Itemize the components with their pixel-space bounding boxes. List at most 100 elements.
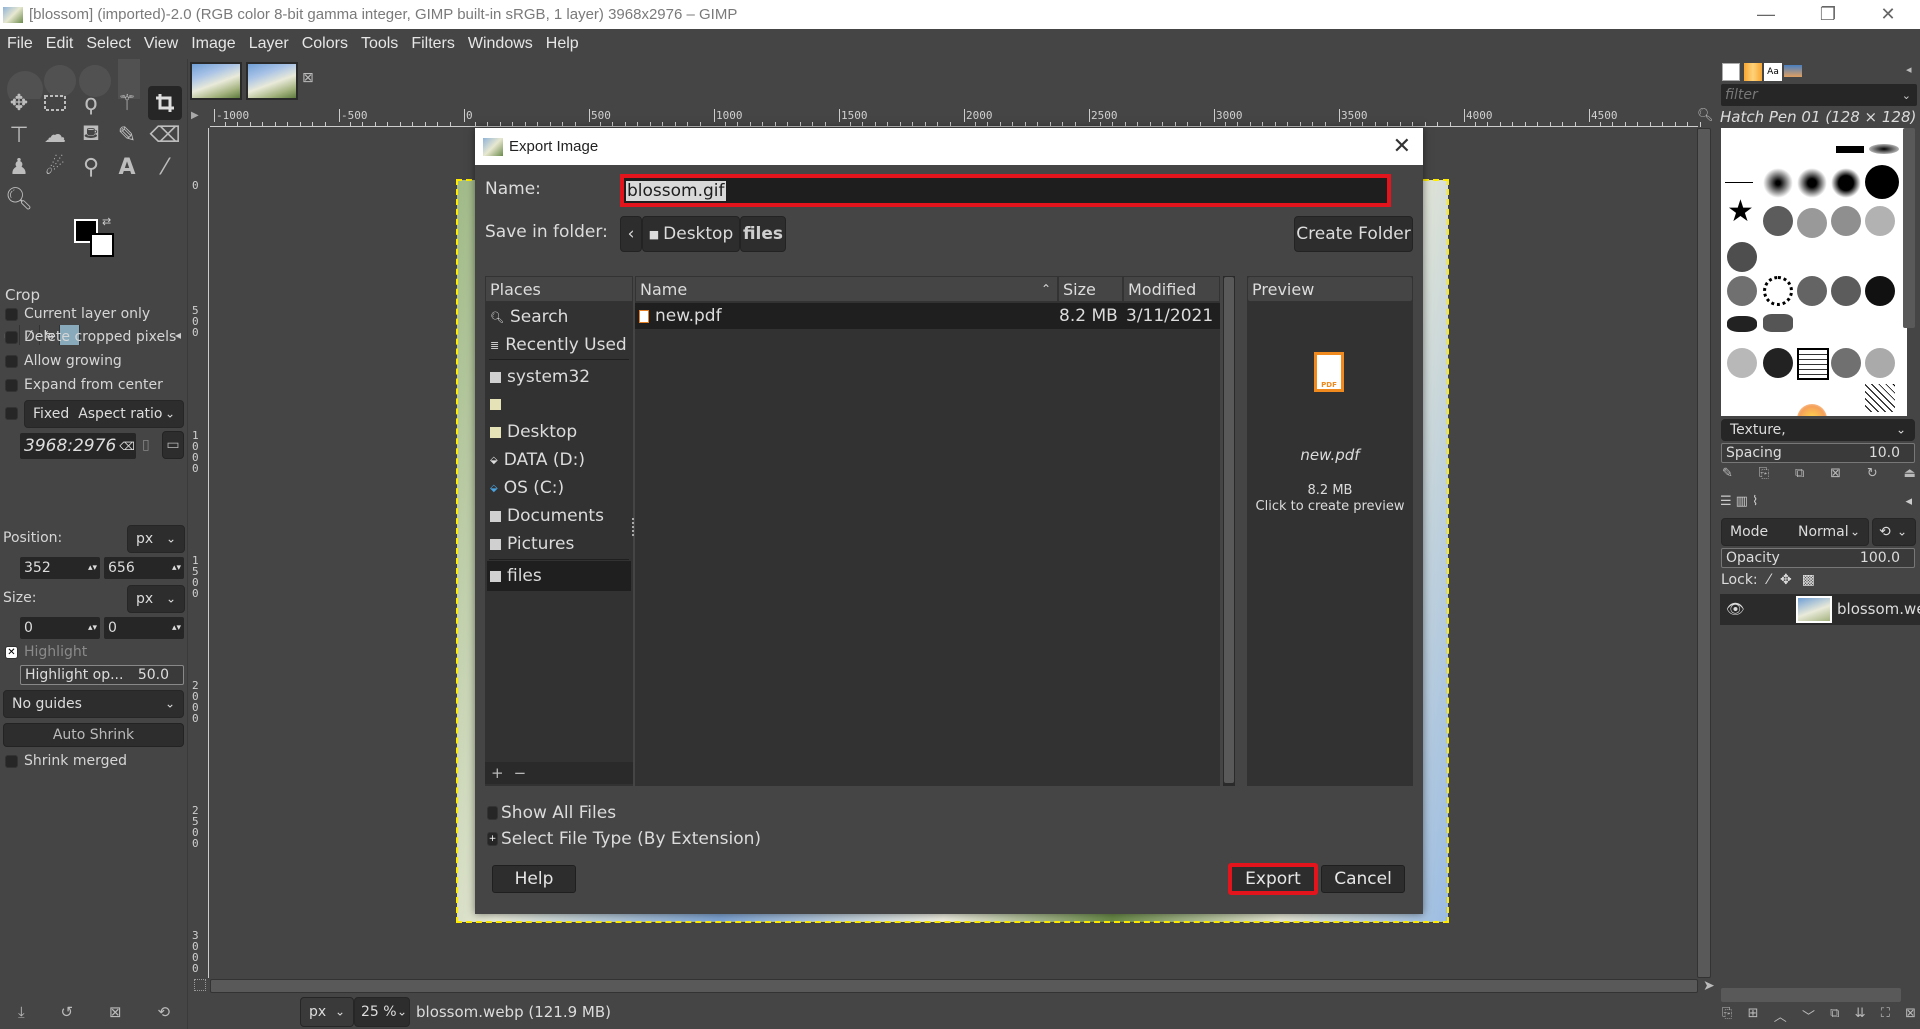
brush-grid[interactable]: ★ [1721, 128, 1907, 416]
delete-cropped-checkbox[interactable]: Delete cropped pixels [5, 329, 176, 345]
file-list-scrollbar[interactable] [1223, 276, 1235, 786]
menu-tools[interactable]: Tools [354, 35, 404, 53]
brush-item[interactable] [1797, 208, 1827, 238]
brush-item[interactable] [1797, 168, 1827, 198]
visibility-eye-icon[interactable]: 👁︎ [1726, 600, 1745, 618]
expand-from-center-checkbox[interactable]: Expand from center [5, 377, 163, 393]
brush-item[interactable] [1763, 206, 1793, 236]
patterns-tab-icon[interactable] [1744, 63, 1762, 81]
zoom-tool-icon[interactable]: 🔍︎ [2, 182, 36, 216]
new-brush-icon[interactable]: ⎘ [1759, 466, 1769, 481]
fixed-mode-select[interactable]: Fixed Aspect ratio ⌄ [24, 400, 184, 428]
path-desktop-button[interactable]: ■ Desktop [642, 216, 740, 252]
raise-layer-icon[interactable]: ︿ [1774, 1006, 1787, 1025]
menu-layer[interactable]: Layer [242, 35, 295, 53]
eraser-icon[interactable]: ⌫ [148, 118, 182, 152]
brush-item[interactable] [1727, 276, 1757, 306]
crop-tool-icon[interactable] [148, 86, 182, 120]
lower-layer-icon[interactable]: ﹀ [1802, 1006, 1815, 1025]
layer-opacity-slider[interactable]: Opacity 100.0 [1721, 548, 1915, 568]
size-unit-select[interactable]: px ⌄ [127, 585, 185, 613]
brush-grid-scrollbar[interactable] [1903, 128, 1915, 328]
place-files[interactable]: files [487, 561, 631, 591]
column-size[interactable]: Size [1058, 276, 1123, 302]
size-h-field[interactable]: 0 ▴▾ [104, 617, 184, 639]
brush-item[interactable] [1763, 314, 1793, 332]
lock-position-icon[interactable]: ✥ [1780, 572, 1792, 588]
delete-brush-icon[interactable]: ⊠ [1830, 466, 1841, 481]
brush-item[interactable] [1727, 348, 1757, 378]
horizontal-ruler[interactable]: -1000 -500 0 500 1000 1500 2000 2500 3000 3500 400… [210, 108, 1701, 127]
rect-select-tool-icon[interactable] [38, 86, 72, 120]
brush-item[interactable] [1831, 276, 1861, 306]
help-button[interactable]: Help [492, 865, 576, 893]
swap-colors-icon[interactable]: ⇄ [102, 215, 111, 228]
lock-pixels-icon[interactable]: ⁄ [1768, 572, 1770, 588]
background-color[interactable] [90, 233, 114, 257]
paths-tab-icon[interactable]: ⌇ [1752, 494, 1758, 514]
create-folder-button[interactable]: Create Folder [1294, 216, 1413, 252]
cancel-button[interactable]: Cancel [1321, 865, 1405, 893]
highlight-opacity-slider[interactable]: Highlight op... 50.0 [20, 665, 184, 685]
brush-item[interactable] [1865, 348, 1895, 378]
new-layer-icon[interactable]: ⎘ [1722, 1006, 1732, 1025]
path-files-button[interactable]: files [740, 216, 786, 252]
open-brush-icon[interactable]: ⏏ [1904, 466, 1916, 481]
menu-windows[interactable]: Windows [461, 35, 539, 53]
place-pictures[interactable]: Pictures [487, 531, 631, 557]
select-file-type-expander[interactable]: + Select File Type (By Extension) [487, 829, 761, 849]
text-tool-icon[interactable]: A [110, 150, 144, 184]
export-button[interactable]: Export [1228, 863, 1318, 895]
minimize-button[interactable]: — [1738, 0, 1794, 29]
remove-place-button[interactable]: − [514, 764, 527, 782]
brush-item[interactable] [1869, 144, 1899, 154]
position-unit-select[interactable]: px ⌄ [127, 525, 185, 553]
edit-brush-icon[interactable]: ✎ [1722, 466, 1733, 481]
brush-item[interactable] [1797, 404, 1827, 416]
fuzzy-select-tool-icon[interactable]: ⚚ [110, 86, 144, 120]
brush-item[interactable] [1727, 316, 1757, 332]
color-picker-icon[interactable]: ⁄ [148, 150, 182, 184]
layer-mode-select[interactable]: Mode Normal ⌄ [1721, 518, 1869, 546]
brush-item[interactable] [1865, 384, 1895, 412]
menu-select[interactable]: Select [79, 35, 136, 53]
place-data-d[interactable]: ⬙ DATA (D:) [487, 447, 631, 473]
path-back-button[interactable]: ‹ [620, 216, 642, 252]
brush-tag-select[interactable]: Texture, ⌄ [1721, 419, 1915, 441]
images-tab-icon[interactable] [1784, 65, 1802, 77]
brush-item[interactable] [1831, 206, 1861, 236]
brush-item[interactable] [1797, 276, 1827, 306]
menu-colors[interactable]: Colors [295, 35, 354, 53]
brush-item-selected[interactable] [1797, 348, 1829, 380]
fonts-tab-icon[interactable]: Aa [1764, 63, 1782, 81]
brush-item[interactable] [1831, 168, 1861, 198]
menu-file[interactable]: File [0, 35, 39, 53]
brush-item[interactable]: ★ [1727, 194, 1754, 229]
image-tab-2[interactable] [246, 62, 298, 100]
channels-tab-icon[interactable]: ▥ [1736, 494, 1748, 514]
menu-help[interactable]: Help [539, 35, 585, 53]
brush-spacing-slider[interactable]: Spacing 10.0 [1721, 443, 1915, 463]
guides-select[interactable]: No guides ⌄ [3, 690, 184, 718]
quick-mask-icon[interactable]: ▶ [191, 110, 199, 121]
position-x-field[interactable]: 352 ▴▾ [20, 557, 100, 579]
configure-tab-icon[interactable]: ◂ [1905, 494, 1912, 514]
brush-item[interactable] [1865, 276, 1895, 306]
brush-item[interactable] [1727, 242, 1757, 272]
aspect-ratio-field[interactable]: 3968:2976 ⌫ [20, 433, 136, 459]
vertical-ruler[interactable]: 0 500 1000 1500 2000 2500 3000 [190, 128, 209, 978]
horizontal-scrollbar[interactable] [210, 979, 1698, 993]
allow-growing-checkbox[interactable]: Allow growing [5, 353, 122, 369]
paintbrush-icon[interactable]: ✎ [110, 118, 144, 152]
smudge-icon[interactable]: ☄ [38, 150, 72, 184]
close-tab-icon[interactable]: ⊠ [302, 62, 314, 102]
place-recently-used[interactable]: ≣ Recently Used [487, 332, 631, 358]
highlight-checkbox[interactable]: ✕ Highlight [5, 644, 87, 660]
lasso-tool-icon[interactable]: ϙ [74, 86, 108, 120]
bucket-fill-icon[interactable]: ⛾ [74, 118, 108, 152]
save-options-icon[interactable]: ⤓ [18, 1003, 25, 1021]
brush-filter-input[interactable]: filter ⌄ [1721, 84, 1917, 106]
place-unnamed[interactable] [487, 391, 631, 417]
menu-view[interactable]: View [137, 35, 184, 53]
place-system32[interactable]: system32 [487, 364, 631, 390]
